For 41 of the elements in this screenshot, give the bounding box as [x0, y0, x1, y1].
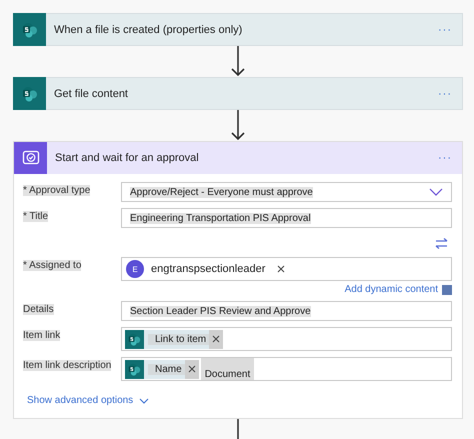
field-label: Details — [23, 304, 54, 315]
arrow — [230, 110, 246, 141]
avatar: E — [126, 260, 144, 278]
add-dynamic-content-link[interactable]: Add dynamic content — [344, 284, 438, 295]
field-label: * Assigned to — [23, 260, 82, 271]
sharepoint-icon — [22, 22, 38, 38]
action-card[interactable]: Get file content ··· — [13, 77, 463, 110]
person-name: engtranspsectionleader — [151, 263, 266, 275]
approval-icon — [22, 149, 40, 167]
remove-icon[interactable] — [188, 365, 196, 373]
action-card[interactable]: When a file is created (properties only) ··· — [13, 13, 463, 46]
input-field[interactable]: Link to item — [121, 327, 452, 351]
field-label: * Approval type — [23, 185, 90, 196]
remove-icon[interactable] — [277, 265, 286, 273]
action-title: When a file is created (properties only) — [53, 24, 244, 36]
more-menu[interactable]: ··· — [438, 88, 462, 100]
more-menu[interactable]: ··· — [438, 152, 462, 164]
swap-icon[interactable] — [435, 238, 448, 249]
token-label: Link to item — [148, 334, 210, 344]
field-label: Item link description — [23, 360, 112, 371]
action-title: Start and wait for an approval — [54, 152, 200, 164]
action-title: Get file content — [53, 88, 129, 100]
sharepoint-icon — [128, 362, 141, 376]
input-field[interactable]: Section Leader PIS Review and Approve — [121, 301, 452, 321]
field-label: * Title — [23, 211, 48, 222]
sharepoint-icon — [128, 332, 141, 346]
more-menu[interactable]: ··· — [438, 24, 462, 36]
approval-type-dropdown[interactable]: Approve/Reject - Everyone must approve — [121, 182, 452, 202]
show-advanced-options-link[interactable]: Show advanced options — [27, 395, 134, 406]
field-text: Document — [200, 358, 254, 380]
remove-icon[interactable] — [212, 335, 220, 343]
sharepoint-icon — [22, 86, 38, 102]
arrow — [230, 46, 246, 77]
connector-line — [236, 419, 240, 439]
field-label: Item link — [23, 330, 60, 341]
chevron-down-icon — [139, 398, 150, 404]
input-field[interactable]: Name Document — [121, 357, 452, 381]
token-label: Name — [148, 364, 185, 374]
people-field[interactable]: E engtranspsectionleader — [121, 257, 452, 281]
chevron-down-icon — [429, 188, 443, 196]
input-field[interactable]: Engineering Transportation PIS Approval — [121, 208, 452, 228]
